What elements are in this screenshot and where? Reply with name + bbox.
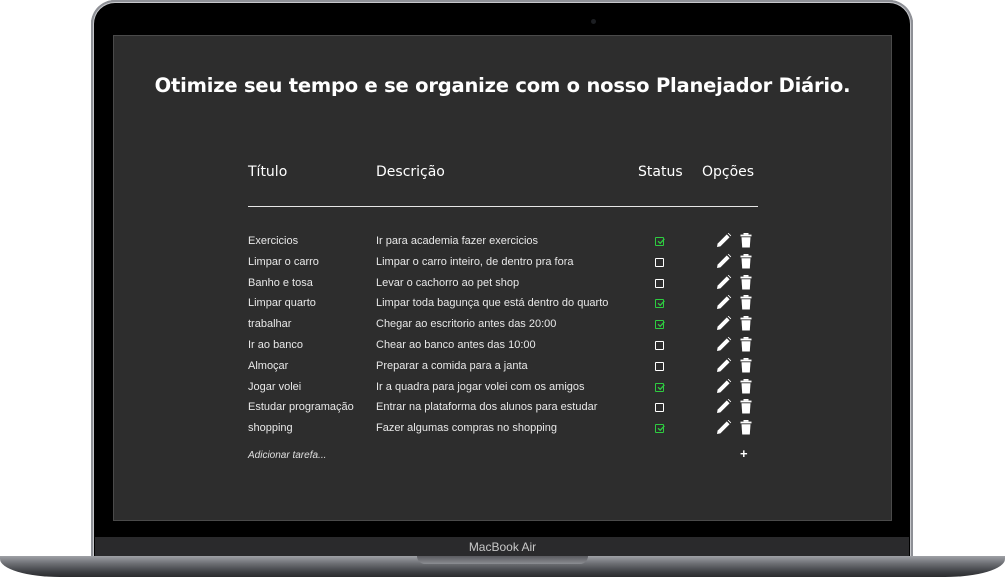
header-divider (248, 206, 758, 207)
pencil-icon[interactable] (716, 357, 732, 373)
column-header-options: Opções (702, 164, 755, 180)
task-row: Ir ao banco Chear ao banco antes das 10:0… (114, 336, 891, 357)
pencil-icon[interactable] (716, 253, 732, 269)
trash-icon[interactable] (740, 337, 752, 352)
trash-icon[interactable] (740, 420, 752, 435)
task-description: Preparar a comida para a janta (376, 359, 528, 372)
task-row: shopping Fazer algumas compras no shoppin… (114, 419, 891, 440)
task-description: Entrar na plataforma dos alunos para est… (376, 401, 598, 414)
trash-icon[interactable] (740, 274, 752, 290)
trash-icon[interactable] (740, 253, 752, 269)
task-description: Fazer algumas compras no shopping (376, 422, 557, 435)
pencil-icon[interactable] (716, 399, 732, 414)
pencil-icon[interactable] (716, 295, 732, 310)
add-task-button[interactable]: + (740, 446, 748, 461)
status-checkbox[interactable] (655, 341, 664, 350)
task-row: Almoçar Preparar a comida para a janta (114, 357, 891, 378)
add-task-input[interactable]: Adicionar tarefa... (248, 450, 326, 461)
status-checkbox-checked[interactable] (655, 424, 665, 434)
task-description: Ir a quadra para jogar volei com os amig… (376, 380, 585, 393)
brand-label: MacBook Air (468, 540, 537, 554)
task-row: Limpar o carro Limpar o carro inteiro, de… (114, 253, 891, 274)
status-checkbox[interactable] (655, 257, 664, 267)
status-checkbox[interactable] (655, 278, 664, 288)
pencil-icon[interactable] (716, 315, 732, 331)
laptop-notch (417, 556, 588, 564)
column-header-status: Status (638, 164, 683, 180)
task-row: Limpar quarto Limpar toda bagunça que est… (114, 295, 891, 315)
status-checkbox[interactable] (655, 403, 664, 413)
pencil-icon[interactable] (716, 419, 732, 435)
trash-icon[interactable] (740, 295, 752, 310)
task-description: Levar o cachorro ao pet shop (376, 276, 520, 289)
task-title: shopping (248, 422, 293, 435)
task-description: Chegar ao escritorio antes das 20:00 (376, 318, 557, 331)
trash-icon[interactable] (740, 399, 752, 414)
camera-dot (591, 19, 596, 24)
pencil-icon[interactable] (716, 378, 732, 394)
status-checkbox[interactable] (655, 361, 664, 371)
app-screen: Otimize seu tempo e se organize com o no… (113, 35, 892, 521)
pencil-icon[interactable] (716, 336, 732, 352)
trash-icon[interactable] (740, 233, 752, 248)
status-checkbox-checked[interactable] (655, 299, 665, 309)
column-header-description: Descrição (376, 164, 445, 180)
task-description: Limpar toda bagunça que está dentro do q… (376, 297, 609, 310)
task-row: Banho e tosa Levar o cachorro ao pet shop (114, 274, 891, 295)
trash-icon[interactable] (740, 378, 752, 394)
status-checkbox-checked[interactable] (655, 237, 665, 246)
task-row: Jogar volei Ir a quadra para jogar volei … (114, 378, 891, 399)
task-title: Jogar volei (248, 380, 302, 393)
task-row: trabalhar Chegar ao escritorio antes das … (114, 315, 891, 336)
status-checkbox-checked[interactable] (655, 382, 665, 392)
task-row: Exercicios Ir para academia fazer exercic… (114, 232, 891, 253)
trash-icon[interactable] (740, 316, 752, 331)
task-title: trabalhar (248, 318, 292, 331)
task-description: Ir para academia fazer exercicios (376, 235, 539, 247)
task-description: Chear ao banco antes das 10:00 (376, 339, 536, 351)
task-title: Exercicios (248, 235, 299, 247)
task-title: Limpar o carro (248, 255, 319, 268)
page-title: Otimize seu tempo e se organize com o no… (154, 74, 851, 97)
trash-icon[interactable] (740, 357, 752, 373)
pencil-icon[interactable] (716, 274, 732, 290)
task-title: Banho e tosa (248, 276, 313, 289)
status-checkbox-checked[interactable] (655, 320, 665, 330)
column-header-title: Título (248, 164, 288, 180)
task-title: Almoçar (248, 359, 289, 372)
task-title: Estudar programação (248, 401, 354, 414)
pencil-icon[interactable] (716, 232, 732, 248)
task-description: Limpar o carro inteiro, de dentro pra fo… (376, 255, 574, 268)
task-row: Estudar programação Entrar na plataforma … (114, 399, 891, 419)
task-title: Ir ao banco (248, 339, 304, 351)
task-title: Limpar quarto (248, 297, 316, 310)
